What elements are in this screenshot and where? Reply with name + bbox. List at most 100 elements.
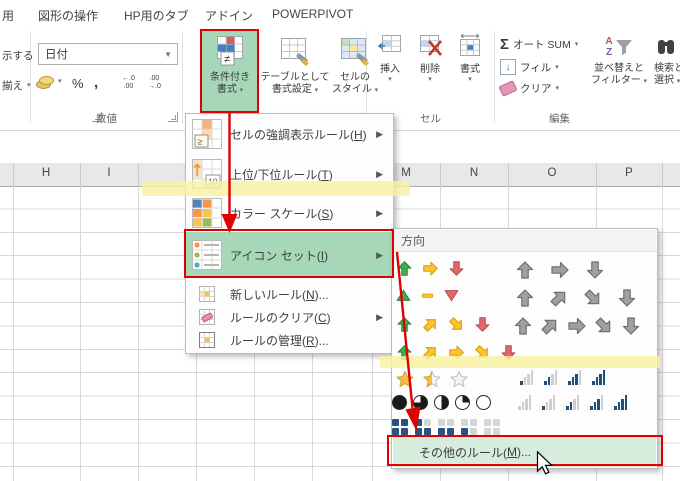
format-as-table-button[interactable]: テーブルとして 書式設定 ▾ <box>260 31 330 113</box>
format-cells-button[interactable]: 書式 ▾ <box>450 33 490 83</box>
icon-set-option[interactable] <box>392 395 491 410</box>
menu-item-c[interactable]: ルールのクリア(C) ▶ <box>186 307 392 327</box>
squares-4-icon <box>392 419 408 435</box>
dash-yellow-icon <box>420 288 435 308</box>
conditional-formatting-menu: ≥ セルの強調表示ルール(H) ▶ 10 上位/下位ルール(T) ▶ カラー スケール(S)… <box>185 113 394 354</box>
menu-item-n[interactable]: 新しいルール(N)... <box>186 284 392 304</box>
insert-cells-button[interactable]: 挿入 ▾ <box>370 33 410 83</box>
star-half-icon <box>423 370 441 388</box>
menu-item-label: アイコン セット(I) <box>230 248 329 263</box>
currency-format-button[interactable]: ▾ <box>36 74 62 89</box>
column-header[interactable]: N <box>470 167 478 179</box>
conditional-formatting-icon: ≠ <box>215 35 245 72</box>
ribbon: 用 図形の操作 HP用のタブ アドイン POWERPIVOT 示する 揃え ▾ 日… <box>0 0 680 131</box>
sort-filter-button[interactable]: AZ 並べ替えと フィルター ▾ <box>586 31 652 87</box>
triangle-down-icon <box>444 288 459 308</box>
group-separator <box>494 31 495 123</box>
increase-decimal-button[interactable]: ←.0.00 <box>122 75 135 91</box>
menu-item-label: セルの強調表示ルール(H) <box>230 127 367 142</box>
decrease-decimal-button[interactable]: .00 →.0 <box>148 75 161 91</box>
signal-bars-3-icon <box>568 370 583 385</box>
currency-icon <box>36 74 54 89</box>
column-header[interactable]: P <box>625 167 633 179</box>
format-as-table-icon <box>279 35 311 72</box>
arrow-se-yellow-icon <box>448 316 465 338</box>
signal-bars-2-icon <box>566 395 581 410</box>
percent-style-button[interactable]: % <box>72 76 84 91</box>
icon-set-option[interactable] <box>515 288 637 313</box>
menu-item-s[interactable]: カラー スケール(S) ▶ <box>186 198 392 228</box>
signal-bars-2-icon <box>544 370 559 385</box>
chevron-down-icon: ▾ <box>555 63 559 71</box>
icon-set-option[interactable] <box>513 316 641 341</box>
chevron-down-icon: ▾ <box>27 82 31 89</box>
number-format-combobox[interactable]: 日付 ▼ <box>38 43 178 65</box>
manage-rules-icon <box>189 332 225 348</box>
top-bottom-rules-icon: 10 <box>189 159 225 189</box>
signal-bars-1-icon <box>542 395 557 410</box>
arrow-up-gray-icon <box>515 288 535 313</box>
arrow-ne-gray-icon <box>549 288 569 313</box>
align-option-partial[interactable]: 揃え ▾ <box>2 78 31 93</box>
menu-item-label: 上位/下位ルール(T) <box>230 167 333 182</box>
fill-button[interactable]: ↓ フィル ▾ <box>500 59 559 75</box>
arrow-down-gray-icon <box>585 260 605 285</box>
color-scales-icon <box>189 198 225 228</box>
ribbon-tab-hp[interactable]: HP用のタブ <box>124 7 189 24</box>
ribbon-tab-powerpivot[interactable]: POWERPIVOT <box>272 7 353 21</box>
arrow-right-yellow-icon <box>422 260 439 282</box>
icon-set-option[interactable] <box>396 260 465 282</box>
icon-set-option[interactable] <box>515 260 605 285</box>
icon-set-option[interactable] <box>396 288 459 308</box>
column-header[interactable]: H <box>42 167 50 179</box>
menu-item-label: ルールの管理(R)... <box>230 333 329 348</box>
icon-set-option[interactable] <box>520 370 607 385</box>
column-header[interactable]: M <box>401 167 411 179</box>
menu-item-h[interactable]: ≥ セルの強調表示ルール(H) ▶ <box>186 119 392 149</box>
arrow-ne-yellow-icon <box>422 316 439 338</box>
svg-text:10: 10 <box>208 177 218 187</box>
find-select-button[interactable]: 検索と 選択 ▾ <box>654 31 680 87</box>
arrow-down-red-icon <box>474 316 491 338</box>
display-option-partial[interactable]: 示する <box>2 48 34 63</box>
quarter-circle-4-icon <box>392 395 407 410</box>
menu-item-t[interactable]: 10 上位/下位ルール(T) ▶ <box>186 159 392 189</box>
ribbon-tab-addins[interactable]: アドイン <box>205 7 253 24</box>
chevron-down-icon: ▾ <box>574 41 579 48</box>
column-header[interactable]: O <box>548 167 557 179</box>
delete-cells-button[interactable]: 削除 ▾ <box>410 33 450 83</box>
icon-sets-gallery: 方向 その他のルール(M)... <box>391 228 658 469</box>
arrow-down-red-icon <box>500 344 517 366</box>
format-cells-icon <box>457 33 483 64</box>
chevron-down-icon: ▾ <box>555 85 560 92</box>
arrow-up-gray-icon <box>513 316 533 341</box>
ribbon-tab-partial[interactable]: 用 <box>2 7 14 24</box>
column-header[interactable]: I <box>107 167 110 179</box>
icon-set-option[interactable] <box>392 419 500 435</box>
arrow-up-green-icon <box>396 260 413 282</box>
signal-bars-0-icon <box>518 395 533 410</box>
menu-item-r[interactable]: ルールの管理(R)... <box>186 330 392 350</box>
icon-set-option[interactable] <box>396 316 491 338</box>
icon-sets-icon <box>189 240 225 270</box>
icon-set-option[interactable] <box>518 395 629 410</box>
squares-2-icon <box>438 419 454 435</box>
eraser-icon <box>498 80 518 97</box>
clear-button[interactable]: クリア ▾ <box>498 80 560 97</box>
chevron-down-icon: ▾ <box>388 75 392 83</box>
icon-set-option[interactable] <box>396 344 517 366</box>
arrow-ne-gray-icon <box>540 316 560 341</box>
number-dialog-launcher-icon[interactable] <box>168 112 178 122</box>
icon-set-option[interactable] <box>396 370 468 388</box>
conditional-formatting-button[interactable]: ≠ 条件付き 書式 ▾ <box>202 31 258 113</box>
ribbon-tab-shape-ops[interactable]: 図形の操作 <box>38 7 98 24</box>
star-empty-icon <box>450 370 468 388</box>
more-rules-item[interactable]: その他のルール(M)... <box>393 437 656 467</box>
arrow-right-gray-icon <box>567 316 587 341</box>
autosum-button[interactable]: Σ オート SUM ▾ <box>500 36 578 53</box>
quarter-circle-2-icon <box>434 395 449 410</box>
quarter-circle-3-icon <box>413 395 428 410</box>
comma-style-button[interactable]: , <box>94 74 98 91</box>
arrow-se-yellow-icon <box>474 344 491 366</box>
menu-item-i[interactable]: アイコン セット(I) ▶ <box>186 232 392 278</box>
